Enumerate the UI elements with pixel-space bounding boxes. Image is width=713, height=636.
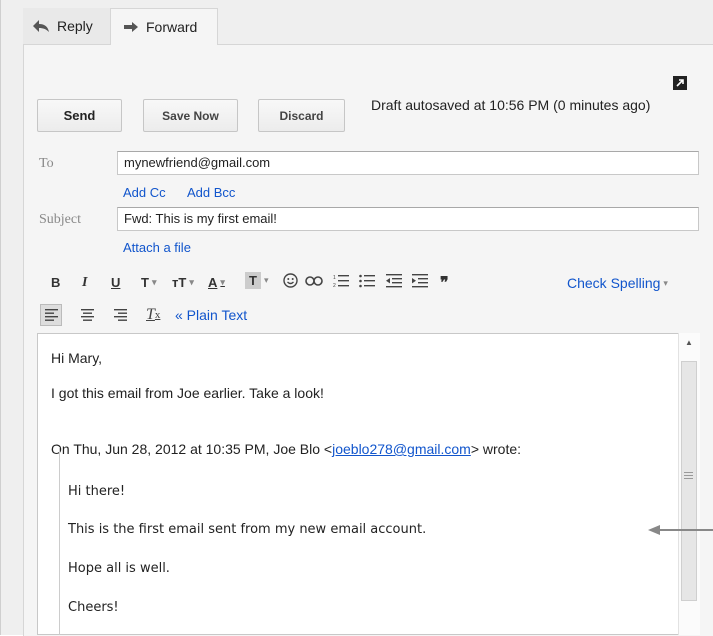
align-center-icon[interactable] xyxy=(81,309,94,321)
highlight-button[interactable]: T ▾ xyxy=(245,272,268,289)
highlight-label: T xyxy=(245,272,261,289)
quote-header-post: > wrote: xyxy=(470,441,522,457)
quote-bar xyxy=(59,447,60,635)
caret-icon: ▾ xyxy=(663,277,668,288)
add-cc-link[interactable]: Add Cc xyxy=(123,185,166,200)
svg-text:2: 2 xyxy=(333,283,336,288)
quoted-line: Cheers! xyxy=(68,600,119,615)
save-now-button[interactable]: Save Now xyxy=(143,99,238,132)
caret-icon: ▾ xyxy=(151,277,157,287)
popout-icon[interactable] xyxy=(673,76,687,90)
emoji-icon[interactable] xyxy=(283,273,298,288)
indent-more-icon[interactable] xyxy=(412,274,428,288)
caret-icon: ▾ xyxy=(220,277,225,287)
numbered-list-icon[interactable]: 12 xyxy=(333,274,349,288)
quote-header-pre: On Thu, Jun 28, 2012 at 10:35 PM, Joe Bl… xyxy=(51,441,333,457)
link-icon[interactable] xyxy=(305,276,323,286)
subject-label: Subject xyxy=(39,212,81,227)
bulleted-list-icon[interactable] xyxy=(359,274,375,288)
quote-email-link[interactable]: joeblo278@gmail.com xyxy=(332,441,471,457)
caret-icon: ▾ xyxy=(189,277,194,287)
font-button[interactable]: T ▾ xyxy=(141,275,156,290)
callout-arrow-icon xyxy=(648,524,713,539)
body-line: I got this email from Joe earlier. Take … xyxy=(51,385,324,401)
text-color-label: A xyxy=(208,275,218,290)
tab-reply[interactable]: Reply xyxy=(23,8,110,44)
to-field[interactable]: mynewfriend@gmail.com xyxy=(117,151,699,175)
subject-field[interactable]: Fwd: This is my first email! xyxy=(117,207,699,231)
font-size-label: тT xyxy=(172,275,187,290)
scroll-up-icon[interactable]: ▲ xyxy=(683,339,695,347)
quote-icon[interactable]: ❞ xyxy=(440,273,449,293)
font-size-button[interactable]: тT ▾ xyxy=(172,275,194,290)
quote-header: On Thu, Jun 28, 2012 at 10:35 PM, Joe Bl… xyxy=(51,441,521,457)
to-label: To xyxy=(39,156,54,171)
font-label: T xyxy=(141,275,149,290)
message-body-editor[interactable] xyxy=(37,333,700,635)
quoted-line: Hope all is well. xyxy=(68,561,170,576)
check-spelling-menu[interactable]: Check Spelling ▾ xyxy=(567,275,668,291)
attach-file-link[interactable]: Attach a file xyxy=(123,240,191,255)
quoted-line: This is the first email sent from my new… xyxy=(68,522,427,537)
plain-text-link[interactable]: « Plain Text xyxy=(175,307,247,323)
align-left-button[interactable] xyxy=(40,304,62,326)
body-greeting: Hi Mary, xyxy=(51,350,103,366)
reply-arrow-icon xyxy=(33,20,49,32)
underline-button[interactable]: U xyxy=(111,275,120,290)
text-color-button[interactable]: A ▾ xyxy=(208,275,225,290)
forward-arrow-icon xyxy=(124,22,138,32)
align-left-icon xyxy=(44,309,58,321)
align-right-icon[interactable] xyxy=(114,309,127,321)
scrollbar-thumb[interactable] xyxy=(681,361,697,601)
caret-icon: ▾ xyxy=(263,275,269,285)
remove-formatting-icon[interactable]: Tx xyxy=(146,306,160,324)
tab-forward[interactable]: Forward xyxy=(110,8,218,45)
scroll-grip-icon xyxy=(684,472,693,480)
send-button[interactable]: Send xyxy=(37,99,122,132)
autosave-status: Draft autosaved at 10:56 PM (0 minutes a… xyxy=(371,97,651,113)
add-bcc-link[interactable]: Add Bcc xyxy=(187,185,235,200)
quoted-line: Hi there! xyxy=(68,484,126,499)
italic-button[interactable]: I xyxy=(82,275,87,291)
tab-reply-label: Reply xyxy=(57,18,93,34)
tab-forward-label: Forward xyxy=(146,19,198,35)
discard-button[interactable]: Discard xyxy=(258,99,345,132)
bold-button[interactable]: B xyxy=(51,275,60,290)
indent-less-icon[interactable] xyxy=(386,274,402,288)
check-spelling-label: Check Spelling xyxy=(567,275,661,291)
svg-text:1: 1 xyxy=(333,275,336,281)
